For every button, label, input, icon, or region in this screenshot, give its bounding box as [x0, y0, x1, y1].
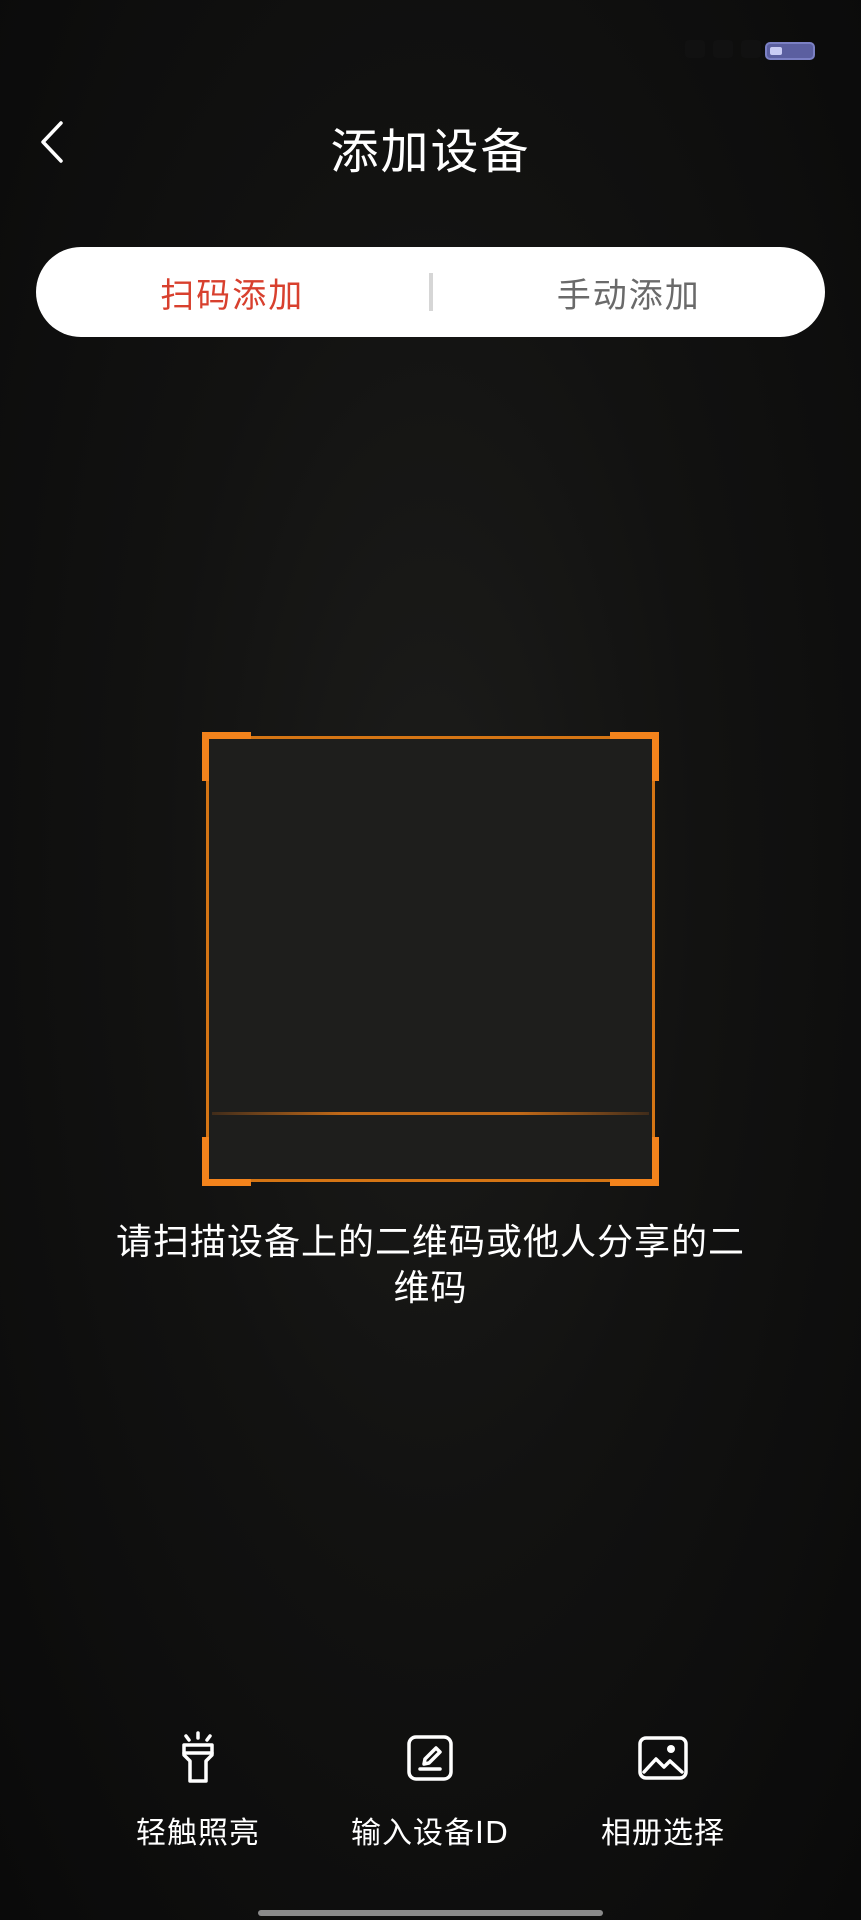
- scan-corner-bottom-left: [202, 1137, 251, 1186]
- flashlight-icon: [170, 1730, 226, 1786]
- enter-device-id-button[interactable]: 输入设备ID: [320, 1730, 540, 1852]
- tab-manual-add[interactable]: 手动添加: [433, 268, 826, 317]
- status-icon: [741, 40, 761, 58]
- scan-hint: 请扫描设备上的二维码或他人分享的二维码: [115, 1222, 745, 1309]
- image-icon: [635, 1730, 691, 1786]
- qr-scan-frame: [202, 732, 659, 1186]
- scan-corner-top-right: [610, 732, 659, 781]
- status-bar: [0, 30, 861, 70]
- album-select-button[interactable]: 相册选择: [553, 1730, 773, 1852]
- scan-line: [212, 1112, 649, 1115]
- scan-corner-bottom-right: [610, 1137, 659, 1186]
- scan-corner-top-left: [202, 732, 251, 781]
- status-icons: [685, 40, 761, 58]
- edit-id-icon: [402, 1730, 458, 1786]
- add-mode-tabs: 扫码添加 手动添加: [36, 247, 825, 337]
- page-title: 添加设备: [330, 124, 531, 180]
- enter-device-id-label: 输入设备ID: [351, 1816, 509, 1851]
- scan-area: [206, 736, 655, 1182]
- battery-icon: [765, 42, 815, 60]
- battery-level: [770, 47, 782, 55]
- status-icon: [713, 40, 733, 58]
- bottom-actions: 轻触照亮 输入设备ID 相册选择: [0, 1730, 861, 1860]
- flashlight-label: 轻触照亮: [136, 1816, 260, 1851]
- status-icon: [685, 40, 705, 58]
- tab-scan-add[interactable]: 扫码添加: [36, 268, 429, 317]
- home-indicator[interactable]: [258, 1910, 603, 1916]
- flashlight-button[interactable]: 轻触照亮: [88, 1730, 308, 1852]
- screen: 添加设备 扫码添加 手动添加 请扫描设备上的二维码或他人分享的二维码 轻触照亮 …: [0, 0, 861, 1920]
- album-select-label: 相册选择: [601, 1816, 725, 1851]
